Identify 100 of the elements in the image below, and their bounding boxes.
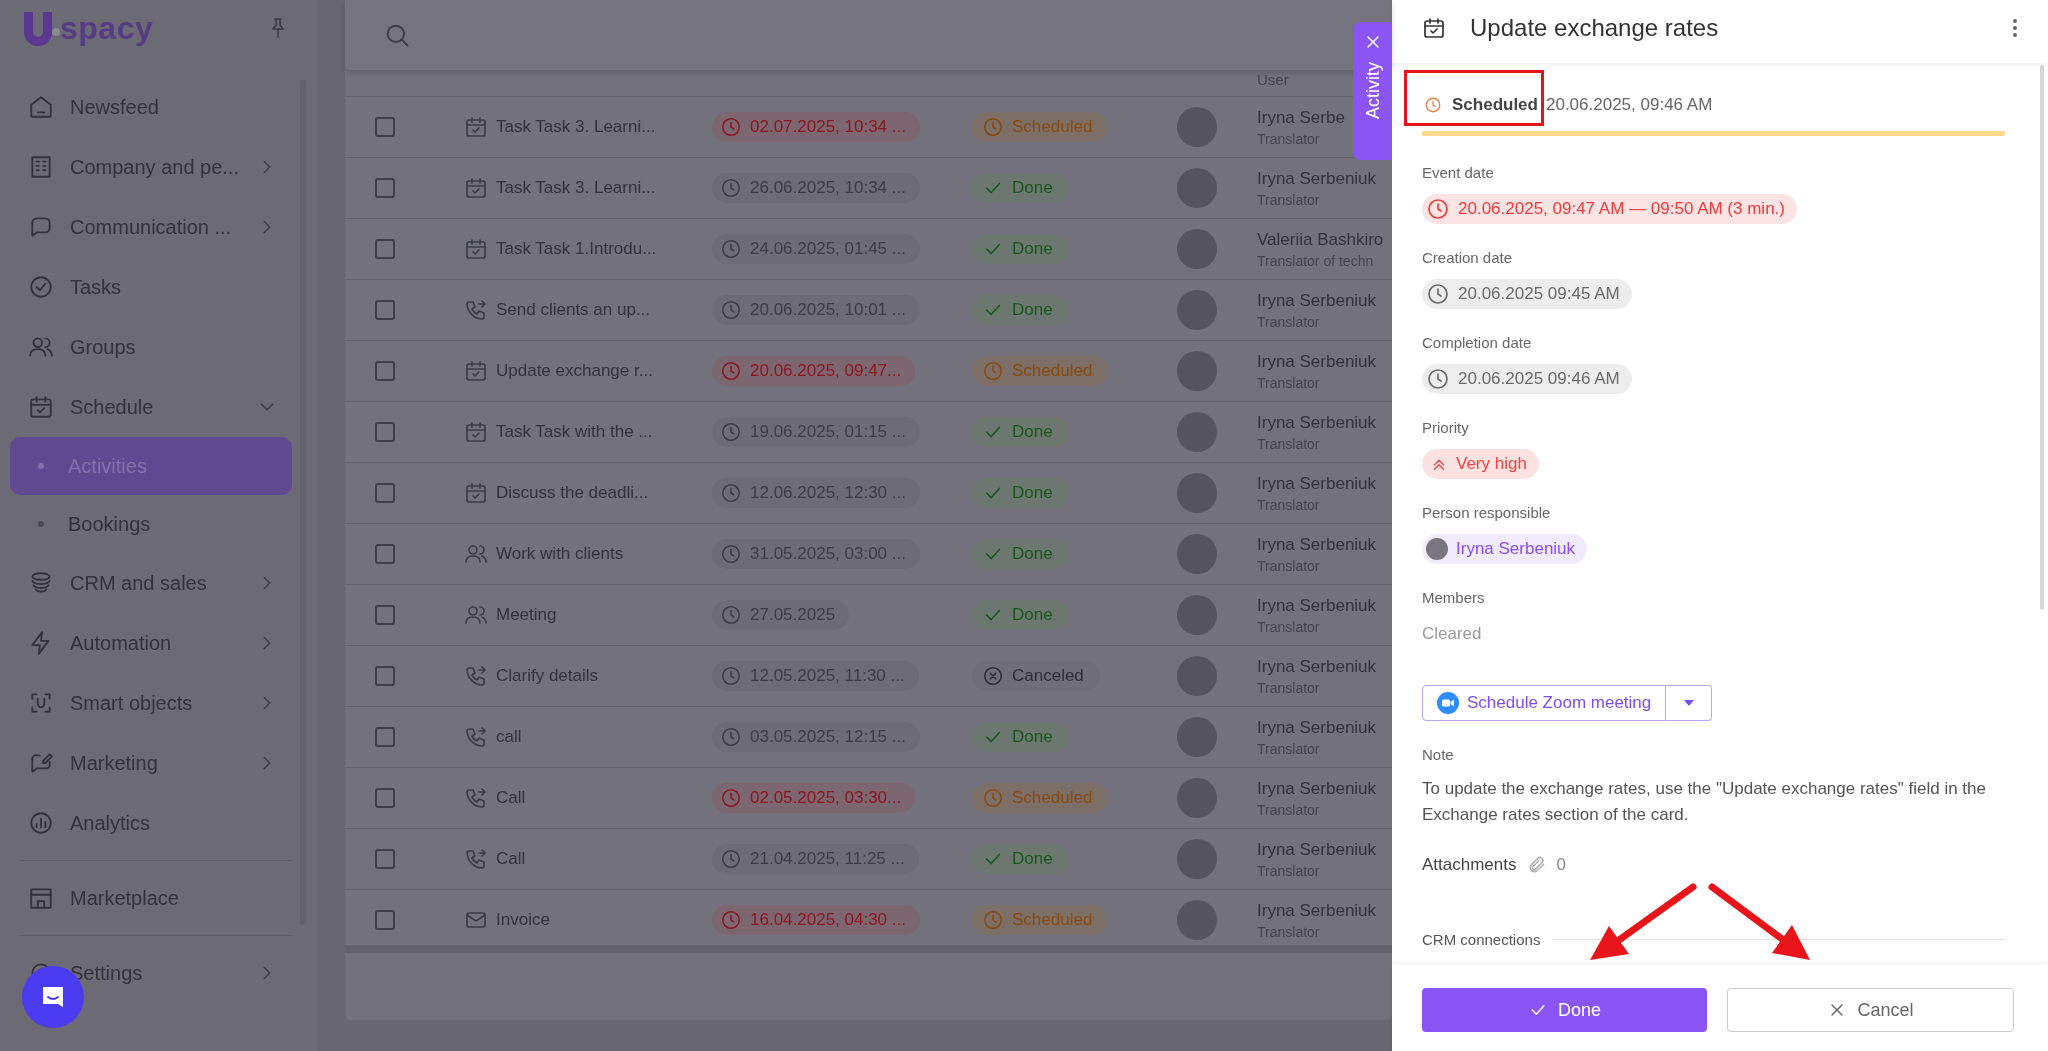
activity-title[interactable]: Clarify details (496, 666, 712, 686)
sidebar-item[interactable]: Groups (10, 317, 292, 377)
checkbox[interactable] (375, 117, 395, 137)
date-badge: 20.06.2025 09:45 AM (1422, 279, 1632, 309)
person-chip[interactable]: Iryna Serbeniuk (1422, 534, 1588, 564)
checkbox[interactable] (375, 361, 395, 381)
status-badge: Scheduled (972, 783, 1109, 813)
activity-title[interactable]: Call (496, 788, 712, 808)
activity-title[interactable]: Meeting (496, 605, 712, 625)
sidebar-item[interactable]: CRM and sales (10, 553, 292, 613)
activity-title[interactable]: Task Task with the ... (496, 422, 712, 442)
calendar-icon (464, 237, 488, 261)
activity-title[interactable]: Update exchange r... (496, 361, 712, 381)
activity-title[interactable]: Task Task 1.Introdu... (496, 239, 712, 259)
sidebar-item[interactable]: Company and pe... (10, 137, 292, 197)
date-badge: 20.06.2025 09:46 AM (1422, 364, 1632, 394)
done-button[interactable]: Done (1422, 988, 1707, 1032)
clock-icon (720, 360, 742, 382)
calendar-icon (28, 394, 54, 420)
more-icon[interactable] (2012, 17, 2018, 38)
activity-title[interactable]: Send clients an up... (496, 300, 712, 320)
clock-icon (1426, 197, 1450, 221)
note-text: To update the exchange rates, use the "Update exchange rates" field in the Exchange rates section of the card. (1422, 778, 1987, 826)
cancel-button[interactable]: Cancel (1727, 988, 2014, 1032)
field-label: Priority (1422, 418, 1469, 438)
checkbox[interactable] (375, 422, 395, 442)
avatar (1177, 473, 1217, 513)
clock-icon (982, 909, 1004, 931)
checkbox[interactable] (375, 605, 395, 625)
field-value: Cleared (1422, 623, 1482, 645)
person-name: Iryna Serbeniuk (1257, 412, 1378, 433)
sidebar-item[interactable]: Schedule (10, 377, 292, 437)
calendar-icon (464, 481, 488, 505)
attachments-count: 0 (1556, 855, 1566, 875)
status-badge: Canceled (972, 661, 1100, 691)
calendar-icon (464, 176, 488, 200)
checkbox[interactable] (375, 239, 395, 259)
clock-icon (1426, 282, 1450, 306)
activity-title[interactable]: Discuss the deadli... (496, 483, 712, 503)
sidebar-item[interactable]: Marketing (10, 733, 292, 793)
person-name: Iryna Serbeniuk (1257, 717, 1378, 738)
scrollbar[interactable] (2040, 65, 2044, 610)
dropdown-button[interactable] (1666, 685, 1713, 721)
activity-title[interactable]: Task Task 3. Learni... (496, 178, 712, 198)
person-name: Valeriia Bashkiro (1257, 229, 1385, 250)
avatar (1177, 168, 1217, 208)
person-name: Iryna Serbeniuk (1257, 656, 1378, 677)
chat-icon (28, 214, 54, 240)
calendar-icon (1422, 15, 1446, 40)
users-icon (28, 334, 54, 360)
sidebar-item[interactable]: Newsfeed (10, 77, 292, 137)
checkbox[interactable] (375, 788, 395, 808)
status-date: 20.06.2025, 09:46 AM (1545, 95, 1713, 115)
sidebar-item[interactable]: Communication ... (10, 197, 292, 257)
checkbox[interactable] (375, 727, 395, 747)
checkbox[interactable] (375, 483, 395, 503)
checkbox[interactable] (375, 544, 395, 564)
video-camera-icon (1437, 692, 1459, 714)
checkbox[interactable] (375, 910, 395, 930)
bullet-icon (38, 463, 44, 469)
avatar (1177, 839, 1217, 879)
status-badge: Done (972, 600, 1069, 630)
activity-title[interactable]: call (496, 727, 712, 747)
activity-title[interactable]: Task Task 3. Learni... (496, 117, 712, 137)
clock-icon (720, 177, 742, 199)
activity-title[interactable]: Call (496, 849, 712, 869)
date-badge: 02.07.2025, 10:34 ... (712, 112, 920, 142)
sidebar-item[interactable]: Analytics (10, 793, 292, 853)
status-badge: Done (972, 478, 1069, 508)
activity-title[interactable]: Invoice (496, 910, 712, 930)
clock-icon (720, 543, 742, 565)
zoom-meeting-button[interactable]: Schedule Zoom meeting (1422, 685, 1667, 721)
person-name: Iryna Serbeniuk (1257, 900, 1378, 921)
priority-badge: Very high (1422, 449, 1539, 479)
avatar (1177, 656, 1217, 696)
clock-icon (982, 787, 1004, 809)
activity-title[interactable]: Work with clients (496, 544, 712, 564)
chart-icon (28, 810, 54, 836)
clock-icon (720, 726, 742, 748)
person-name: Iryna Serbeniuk (1257, 290, 1378, 311)
status-badge: Done (972, 417, 1069, 447)
checkbox[interactable] (375, 849, 395, 869)
clock-icon (720, 909, 742, 931)
sidebar-subitem[interactable]: Bookings (10, 495, 292, 553)
activity-tab[interactable]: Activity (1353, 22, 1392, 160)
checkbox[interactable] (375, 178, 395, 198)
status-badge: Done (972, 844, 1069, 874)
sidebar-item[interactable]: Marketplace (10, 868, 292, 928)
scrollbar[interactable] (345, 945, 1392, 953)
sidebar-item[interactable]: Automation (10, 613, 292, 673)
home-icon (28, 94, 54, 120)
checkbox[interactable] (375, 300, 395, 320)
phone-icon (464, 725, 488, 749)
clock-icon (982, 360, 1004, 382)
sidebar-item[interactable]: Smart objects (10, 673, 292, 733)
avatar (1177, 229, 1217, 269)
sidebar-item[interactable]: Tasks (10, 257, 292, 317)
avatar (1426, 538, 1448, 560)
checkbox[interactable] (375, 666, 395, 686)
clock-icon (720, 848, 742, 870)
